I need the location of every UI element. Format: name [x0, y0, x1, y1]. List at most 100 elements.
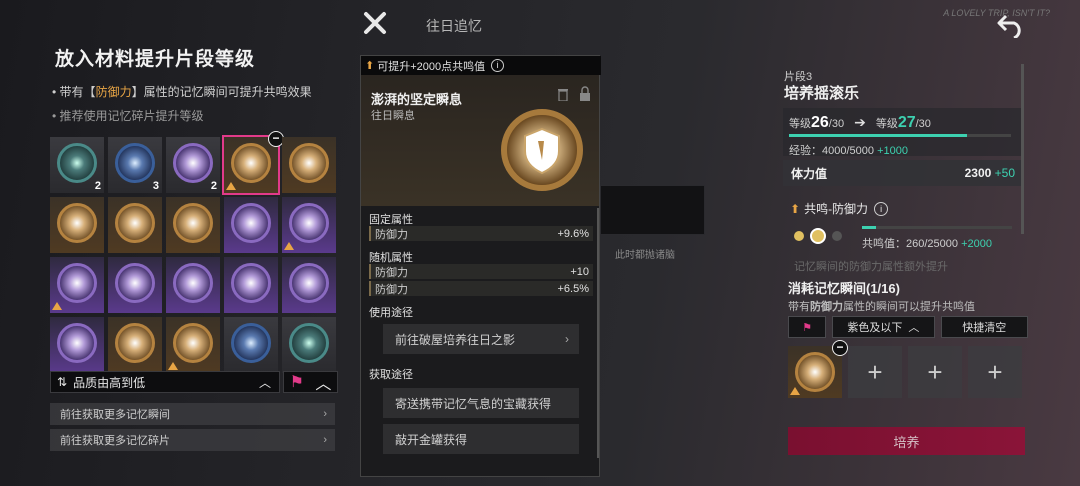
quality-dropdown[interactable]: 紫色及以下 ︿: [832, 316, 935, 338]
material-cell[interactable]: [166, 257, 220, 313]
memory-medal-icon: [289, 143, 329, 183]
resonance-progress: 共鸣值：260/25000 +2000: [790, 222, 1020, 252]
memory-medal-icon: [231, 203, 271, 243]
level-panel: 等级 26 /30 ➔ 等级 27 /30 经验：4000/5000 +1000: [783, 108, 1023, 158]
use-path-title: 使用途径: [369, 307, 413, 319]
resonance-title-text: 共鸣-防御力: [804, 202, 869, 216]
resonance-dot: [832, 231, 842, 241]
xp-gain: +1000: [877, 145, 908, 157]
memory-medal-icon: [173, 143, 213, 183]
material-cell[interactable]: 2: [166, 137, 220, 193]
stat-value: +9.6%: [557, 227, 590, 240]
resonance-value: 260/25000: [906, 238, 958, 250]
obtain-gold-jar-option[interactable]: 敲开金罐获得: [383, 424, 579, 454]
trash-icon[interactable]: [557, 87, 569, 101]
consume-slot-empty[interactable]: +: [968, 346, 1022, 398]
chevron-up-icon: ︿: [315, 376, 332, 393]
get-more-fragments-link[interactable]: 前往获取更多记忆碎片 ›: [50, 429, 335, 451]
material-cell[interactable]: [224, 257, 278, 313]
material-cell[interactable]: [108, 197, 162, 253]
remove-icon[interactable]: −: [832, 340, 848, 356]
item-type: 往日瞬息: [371, 110, 415, 122]
memory-medal-icon: [231, 143, 271, 183]
shield-icon: [524, 127, 560, 175]
material-cell[interactable]: [50, 317, 104, 373]
level-max: /30: [828, 118, 845, 130]
stamina-value: 2300 +50: [965, 166, 1015, 180]
hint-resonance: • 带有【防御力】属性的记忆瞬间可提升共鸣效果: [52, 85, 312, 99]
consume-slot-empty[interactable]: +: [848, 346, 902, 398]
page-title: 往日追忆: [426, 18, 482, 34]
resonance-title: ⬆ 共鸣-防御力 i: [790, 200, 889, 217]
filter-button[interactable]: ⚑ ︿: [283, 371, 338, 393]
resonance-dot-active: [810, 228, 826, 244]
upgrade-title: 放入材料提升片段等级: [55, 49, 256, 70]
memory-medal-icon: [289, 263, 329, 303]
get-more-moments-link[interactable]: 前往获取更多记忆瞬间 ›: [50, 403, 335, 425]
desc-highlight: 防御力: [810, 301, 843, 313]
background-text: 此时都抛诸脑: [615, 250, 675, 261]
go-cultivate-button[interactable]: 前往破屋培养往日之影 ›: [383, 324, 579, 354]
level-max: /30: [915, 118, 931, 130]
stat-name: 防御力: [375, 228, 408, 241]
lock-icon[interactable]: [579, 86, 591, 101]
stat-value: +6.5%: [557, 282, 590, 295]
material-cell[interactable]: [166, 317, 220, 373]
cultivate-button[interactable]: 培养: [788, 427, 1025, 455]
material-cell[interactable]: [108, 257, 162, 313]
consume-slot-filled[interactable]: −: [788, 340, 848, 398]
material-cell[interactable]: 2: [50, 137, 104, 193]
memory-medal-icon: [57, 143, 97, 183]
filter-icon: ⚑: [802, 321, 812, 334]
memory-medal-icon: [289, 323, 329, 363]
info-icon[interactable]: i: [491, 59, 505, 72]
hint-recommend: • 推荐使用记忆碎片提升等级: [52, 109, 204, 123]
material-grid: 2 3 2−: [50, 131, 340, 373]
popup-scrollbar[interactable]: [597, 208, 599, 458]
info-icon[interactable]: i: [874, 201, 889, 216]
level-label: 等级: [875, 118, 898, 130]
popup-header: ⬆ 可提升+2000点共鸣值 i: [361, 56, 601, 75]
link-label: 前往获取更多记忆碎片: [60, 435, 170, 447]
consume-slots: − + + +: [788, 340, 1022, 398]
sort-label: 品质由高到低: [73, 375, 146, 390]
material-cell[interactable]: [50, 257, 104, 313]
memory-medal-icon: [289, 203, 329, 243]
random-stat-row: 防御力 +10: [369, 264, 593, 279]
material-cell[interactable]: [166, 197, 220, 253]
resonance-label: 共鸣值：: [862, 238, 906, 250]
close-button[interactable]: [362, 10, 388, 36]
material-cell[interactable]: [224, 197, 278, 253]
hint-suffix: 】属性的记忆瞬间可提升共鸣效果: [131, 85, 312, 99]
sort-dropdown[interactable]: ⇅ 品质由高到低 ︿: [50, 371, 280, 393]
fixed-stat-row: 防御力 +9.6%: [369, 226, 593, 241]
chevron-right-icon: ›: [323, 408, 327, 420]
stat-name: 防御力: [375, 283, 408, 296]
material-cell[interactable]: −: [222, 131, 284, 195]
right-panel-scrollbar[interactable]: [1021, 64, 1024, 234]
chevron-up-icon: ︿: [908, 322, 920, 334]
material-cell[interactable]: [282, 257, 336, 313]
desc-prefix: 带有: [788, 301, 810, 313]
resonance-fill: [862, 226, 876, 229]
xp-text: 经验：4000/5000 +1000: [789, 142, 908, 158]
consume-slot-empty[interactable]: +: [908, 346, 962, 398]
plus-icon: +: [927, 356, 943, 387]
material-cell[interactable]: [282, 137, 336, 193]
material-cell[interactable]: 3: [108, 137, 162, 193]
material-cell[interactable]: [50, 197, 104, 253]
material-cell[interactable]: [282, 197, 336, 253]
material-cell[interactable]: [282, 317, 336, 373]
resonance-bar: [862, 226, 1012, 229]
back-button[interactable]: [996, 12, 1026, 40]
material-cell[interactable]: [224, 317, 278, 373]
upgrade-arrow-icon: [790, 387, 800, 395]
item-name: 澎湃的坚定瞬息: [371, 92, 463, 107]
consume-filter-button[interactable]: ⚑: [788, 316, 827, 338]
obtain-treasure-option[interactable]: 寄送携带记忆气息的宝藏获得: [383, 388, 579, 418]
resonance-note: 记忆瞬间的防御力属性额外提升: [794, 261, 948, 273]
material-cell[interactable]: [108, 317, 162, 373]
resonance-gain: +2000: [961, 238, 992, 250]
level-next: 27: [897, 114, 916, 131]
quick-clear-button[interactable]: 快捷清空: [940, 316, 1028, 338]
